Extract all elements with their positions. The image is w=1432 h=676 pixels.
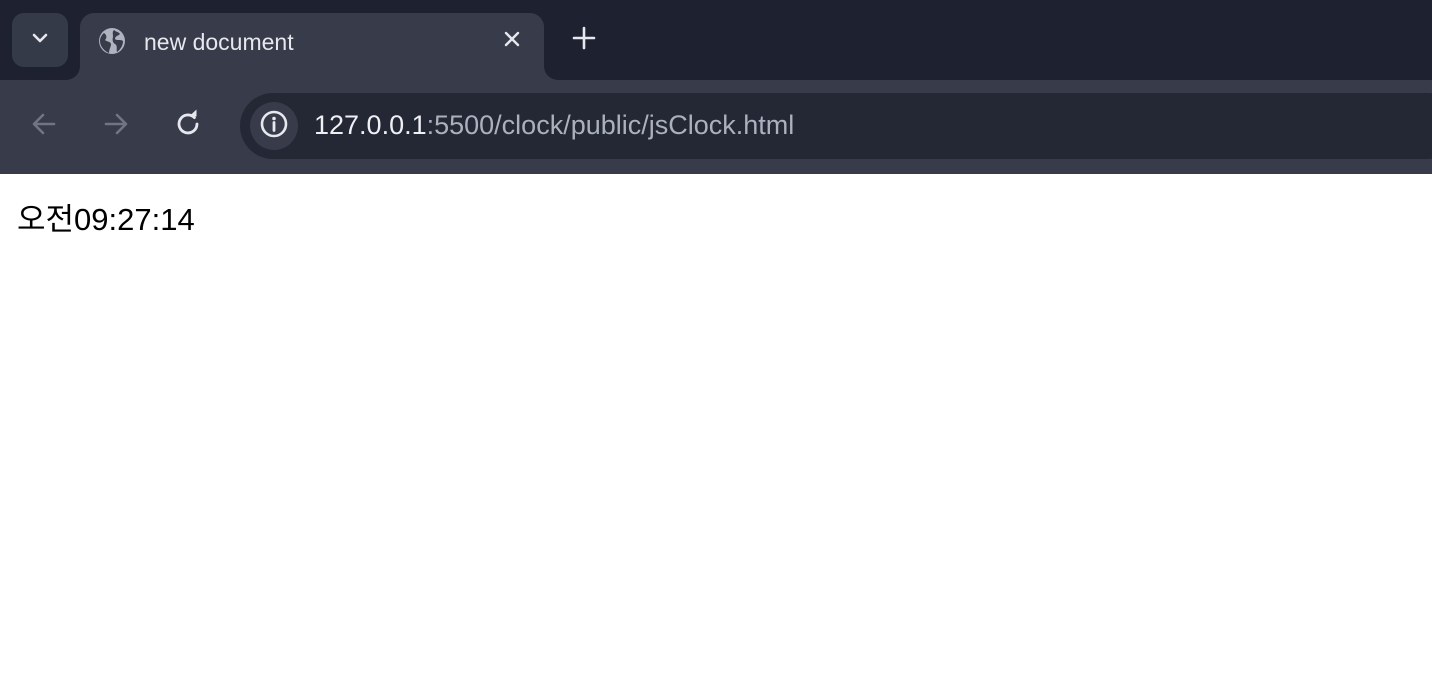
browser-toolbar: 127.0.0.1:5500/clock/public/jsClock.html: [0, 80, 1432, 174]
tab-search-button[interactable]: [12, 13, 68, 67]
tab-strip: new document: [0, 0, 1432, 80]
info-icon: [259, 109, 289, 144]
url-text[interactable]: 127.0.0.1:5500/clock/public/jsClock.html: [314, 110, 794, 141]
arrow-right-icon: [102, 110, 130, 143]
tab-active[interactable]: new document: [80, 13, 544, 80]
new-tab-button[interactable]: [566, 22, 602, 58]
chevron-down-icon: [30, 28, 50, 53]
forward-button[interactable]: [94, 104, 138, 148]
url-path: :5500/clock/public/jsClock.html: [426, 110, 795, 140]
arrow-left-icon: [30, 110, 58, 143]
clock-display: 오전09:27:14: [17, 202, 195, 237]
url-host: 127.0.0.1: [314, 110, 427, 140]
globe-icon: [98, 27, 126, 55]
page-content: 오전09:27:14: [0, 174, 1432, 676]
close-icon: [503, 30, 521, 53]
plus-icon: [572, 26, 596, 55]
close-tab-button[interactable]: [498, 27, 526, 55]
reload-icon: [173, 109, 203, 144]
address-bar[interactable]: 127.0.0.1:5500/clock/public/jsClock.html: [240, 93, 1432, 159]
site-info-button[interactable]: [250, 102, 298, 150]
tab-title: new document: [144, 29, 294, 55]
reload-button[interactable]: [166, 104, 210, 148]
back-button[interactable]: [22, 104, 66, 148]
